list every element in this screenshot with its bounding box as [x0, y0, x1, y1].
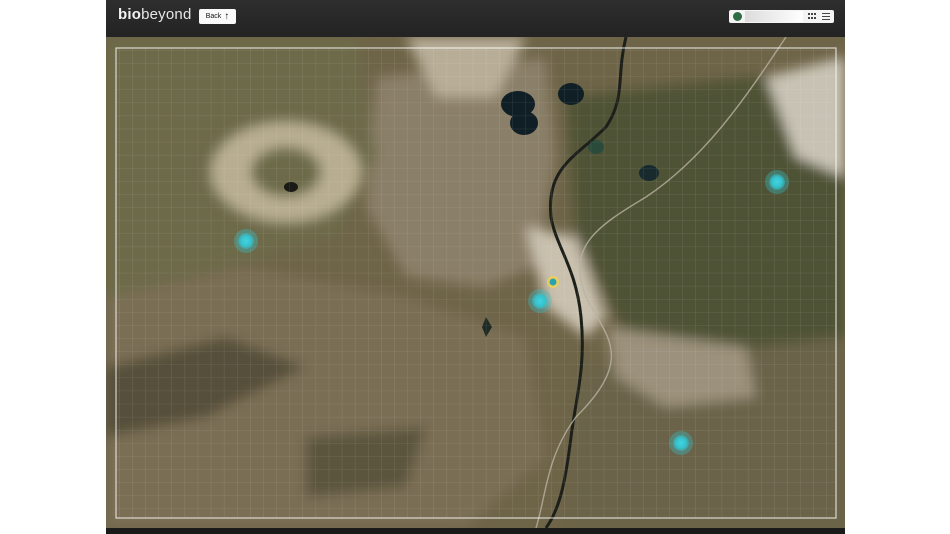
map-marker-1[interactable] [234, 229, 258, 253]
top-toolbar: biobeyond Back ↑ [106, 0, 845, 37]
grid-view-icon[interactable] [808, 13, 816, 20]
logo-bold-text: bio [118, 6, 142, 23]
arrow-up-icon: ↑ [224, 10, 230, 22]
search-input[interactable] [745, 11, 803, 22]
back-button-label: Back [205, 13, 222, 20]
back-button[interactable]: Back ↑ [199, 9, 236, 24]
globe-icon [733, 12, 742, 21]
list-view-icon[interactable] [822, 13, 830, 20]
map-canvas [106, 37, 845, 528]
search-box[interactable] [729, 10, 834, 23]
map-marker-5[interactable] [547, 276, 559, 288]
map-marker-4[interactable] [669, 431, 693, 455]
map-marker-2[interactable] [528, 289, 552, 313]
map-marker-3[interactable] [765, 170, 789, 194]
bottom-strip [106, 528, 845, 534]
satellite-map[interactable] [106, 37, 845, 528]
biobeyond-logo: biobeyond [118, 6, 192, 23]
grid-overlay [116, 48, 836, 518]
app-window: biobeyond Back ↑ [106, 0, 845, 534]
logo-light-text: beyond [141, 6, 192, 23]
